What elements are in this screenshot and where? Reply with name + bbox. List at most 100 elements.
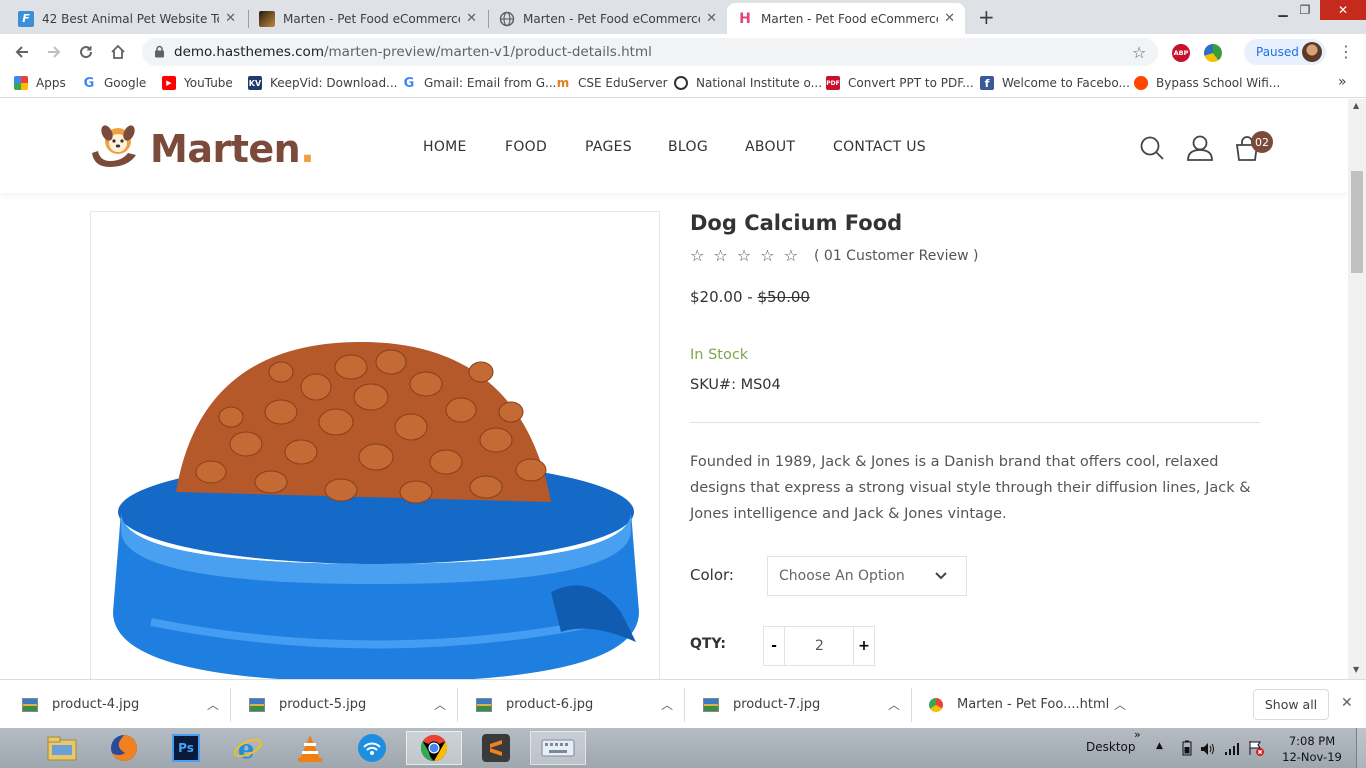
network-signal-icon[interactable] xyxy=(1224,741,1240,760)
system-clock[interactable]: 7:08 PM 12-Nov-19 xyxy=(1272,733,1352,765)
avatar xyxy=(1302,42,1322,62)
adblock-extension-icon[interactable]: ABP xyxy=(1172,44,1190,62)
profile-paused-button[interactable]: Paused xyxy=(1244,39,1326,65)
firefox-icon[interactable] xyxy=(98,731,150,765)
nav-blog[interactable]: BLOG xyxy=(668,139,708,155)
chevron-up-icon[interactable]: ︿ xyxy=(434,696,446,713)
price-block: $20.00 - $50.00 xyxy=(690,288,810,306)
scroll-down-icon[interactable]: ▼ xyxy=(1353,665,1359,674)
photoshop-icon[interactable]: Ps xyxy=(160,731,212,765)
reload-button[interactable] xyxy=(74,40,98,64)
customer-review-link[interactable]: ( 01 Customer Review ) xyxy=(814,248,979,264)
nav-home[interactable]: HOME xyxy=(423,139,467,155)
volume-icon[interactable] xyxy=(1200,741,1216,760)
download-item[interactable]: product-7.jpg ︿ xyxy=(703,680,900,729)
qty-input[interactable]: 2 xyxy=(785,627,854,665)
bookmark-national-institute[interactable]: National Institute o... xyxy=(674,76,822,90)
sublime-text-icon[interactable] xyxy=(470,731,522,765)
show-all-downloads-button[interactable]: Show all xyxy=(1253,689,1329,720)
tab-title: 42 Best Animal Pet Website Temp xyxy=(42,11,219,26)
quantity-stepper: - 2 + xyxy=(763,626,875,666)
bookmark-bypass-school[interactable]: Bypass School Wifi... xyxy=(1134,76,1280,90)
dog-food-bowl-image xyxy=(113,342,639,679)
browser-tab-2[interactable]: Marten - Pet Food eCommerce B ✕ xyxy=(249,3,487,34)
pdf-icon: PDF xyxy=(826,76,840,90)
desktop-toolbar-label[interactable]: Desktop xyxy=(1086,740,1136,754)
bookmark-cse-eduserver[interactable]: m CSE EduServer xyxy=(556,76,668,90)
battery-icon[interactable] xyxy=(1182,740,1192,760)
chevron-up-icon[interactable]: ︿ xyxy=(207,696,219,713)
qty-increase-button[interactable]: + xyxy=(853,627,874,665)
chrome-taskbar-icon[interactable] xyxy=(406,731,462,765)
url-path: /marten-preview/marten-v1/product-detail… xyxy=(323,44,652,60)
download-filename: product-4.jpg xyxy=(52,697,140,712)
file-explorer-icon[interactable] xyxy=(36,731,88,765)
bookmark-gmail[interactable]: G Gmail: Email from G... xyxy=(402,76,557,91)
wifi-hotspot-icon[interactable] xyxy=(346,731,398,765)
current-price: $20.00 xyxy=(690,288,743,306)
bookmark-youtube[interactable]: ▶ YouTube xyxy=(162,76,233,90)
qty-decrease-button[interactable]: - xyxy=(764,627,785,665)
nav-about[interactable]: ABOUT xyxy=(745,139,795,155)
chevron-up-icon[interactable]: ︿ xyxy=(888,696,900,713)
logo-text: Marten. xyxy=(150,127,315,171)
download-item[interactable]: product-6.jpg ︿ xyxy=(476,680,673,729)
nav-food[interactable]: FOOD xyxy=(505,139,547,155)
close-tab-icon[interactable]: ✕ xyxy=(706,11,717,26)
new-tab-button[interactable]: + xyxy=(978,5,995,29)
search-icon[interactable] xyxy=(1139,135,1165,165)
scroll-up-icon[interactable]: ▲ xyxy=(1353,101,1359,110)
restore-window-button[interactable]: ❐ xyxy=(1290,0,1320,20)
scrollbar-thumb[interactable] xyxy=(1351,171,1363,273)
address-bar[interactable]: demo.hasthemes.com/marten-preview/marten… xyxy=(142,38,1158,66)
download-item[interactable]: Marten - Pet Foo....html ︿ xyxy=(929,680,1126,729)
user-account-icon[interactable] xyxy=(1186,135,1214,165)
download-item[interactable]: product-4.jpg ︿ xyxy=(22,680,219,729)
site-logo[interactable]: Marten. xyxy=(88,123,315,175)
browser-menu-icon[interactable]: ⋮ xyxy=(1338,42,1354,61)
bookmark-label: CSE EduServer xyxy=(578,76,668,90)
bookmark-keepvid[interactable]: KV KeepVid: Download... xyxy=(248,76,398,90)
bookmark-label: KeepVid: Download... xyxy=(270,76,398,90)
chevron-up-icon[interactable]: ︿ xyxy=(1114,696,1126,713)
show-desktop-button[interactable] xyxy=(1356,728,1366,768)
toolbar-expand-icon[interactable]: » xyxy=(1134,728,1141,741)
image-file-icon xyxy=(476,697,492,712)
nav-pages[interactable]: PAGES xyxy=(585,139,632,155)
star-rating-icon[interactable]: ☆ ☆ ☆ ☆ ☆ xyxy=(690,246,800,265)
vlc-icon[interactable] xyxy=(284,731,336,765)
forward-button[interactable] xyxy=(42,40,66,64)
nav-contact-us[interactable]: CONTACT US xyxy=(833,139,926,155)
page-scrollbar[interactable]: ▲ ▼ xyxy=(1348,99,1366,679)
color-label: Color: xyxy=(690,566,734,584)
show-hidden-icons-icon[interactable]: ▲ xyxy=(1156,741,1163,751)
download-filename: Marten - Pet Foo....html xyxy=(957,697,1110,712)
home-button[interactable] xyxy=(106,40,130,64)
bookmark-facebook[interactable]: f Welcome to Facebo... xyxy=(980,76,1130,90)
browser-tab-3[interactable]: Marten - Pet Food eCommerce B ✕ xyxy=(489,3,727,34)
extension-icon[interactable] xyxy=(1204,44,1222,62)
cart-count-badge: 02 xyxy=(1251,131,1273,153)
image-file-icon xyxy=(22,697,38,712)
internet-explorer-icon[interactable]: e xyxy=(222,731,274,765)
on-screen-keyboard-icon[interactable] xyxy=(530,731,586,765)
browser-tab-1[interactable]: F 42 Best Animal Pet Website Temp ✕ xyxy=(8,3,246,34)
bookmark-apps[interactable]: Apps xyxy=(14,76,66,90)
bookmark-star-icon[interactable]: ☆ xyxy=(1132,43,1146,62)
close-tab-icon[interactable]: ✕ xyxy=(944,11,955,26)
back-button[interactable] xyxy=(10,40,34,64)
close-downloads-icon[interactable]: ✕ xyxy=(1341,695,1353,711)
close-window-button[interactable]: ✕ xyxy=(1320,0,1366,20)
browser-tab-4-active[interactable]: H Marten - Pet Food eCommerce B ✕ xyxy=(727,3,965,34)
close-tab-icon[interactable]: ✕ xyxy=(466,11,477,26)
download-item[interactable]: product-5.jpg ︿ xyxy=(249,680,446,729)
close-tab-icon[interactable]: ✕ xyxy=(225,11,236,26)
product-image-frame[interactable] xyxy=(90,211,660,679)
action-center-flag-icon[interactable] xyxy=(1248,740,1264,760)
bookmarks-overflow-button[interactable]: » xyxy=(1338,74,1347,90)
color-select-value: Choose An Option xyxy=(779,568,905,584)
chevron-up-icon[interactable]: ︿ xyxy=(661,696,673,713)
color-select[interactable]: Choose An Option xyxy=(767,556,967,596)
bookmark-google[interactable]: G Google xyxy=(82,76,147,91)
bookmark-convert-ppt[interactable]: PDF Convert PPT to PDF... xyxy=(826,76,974,90)
